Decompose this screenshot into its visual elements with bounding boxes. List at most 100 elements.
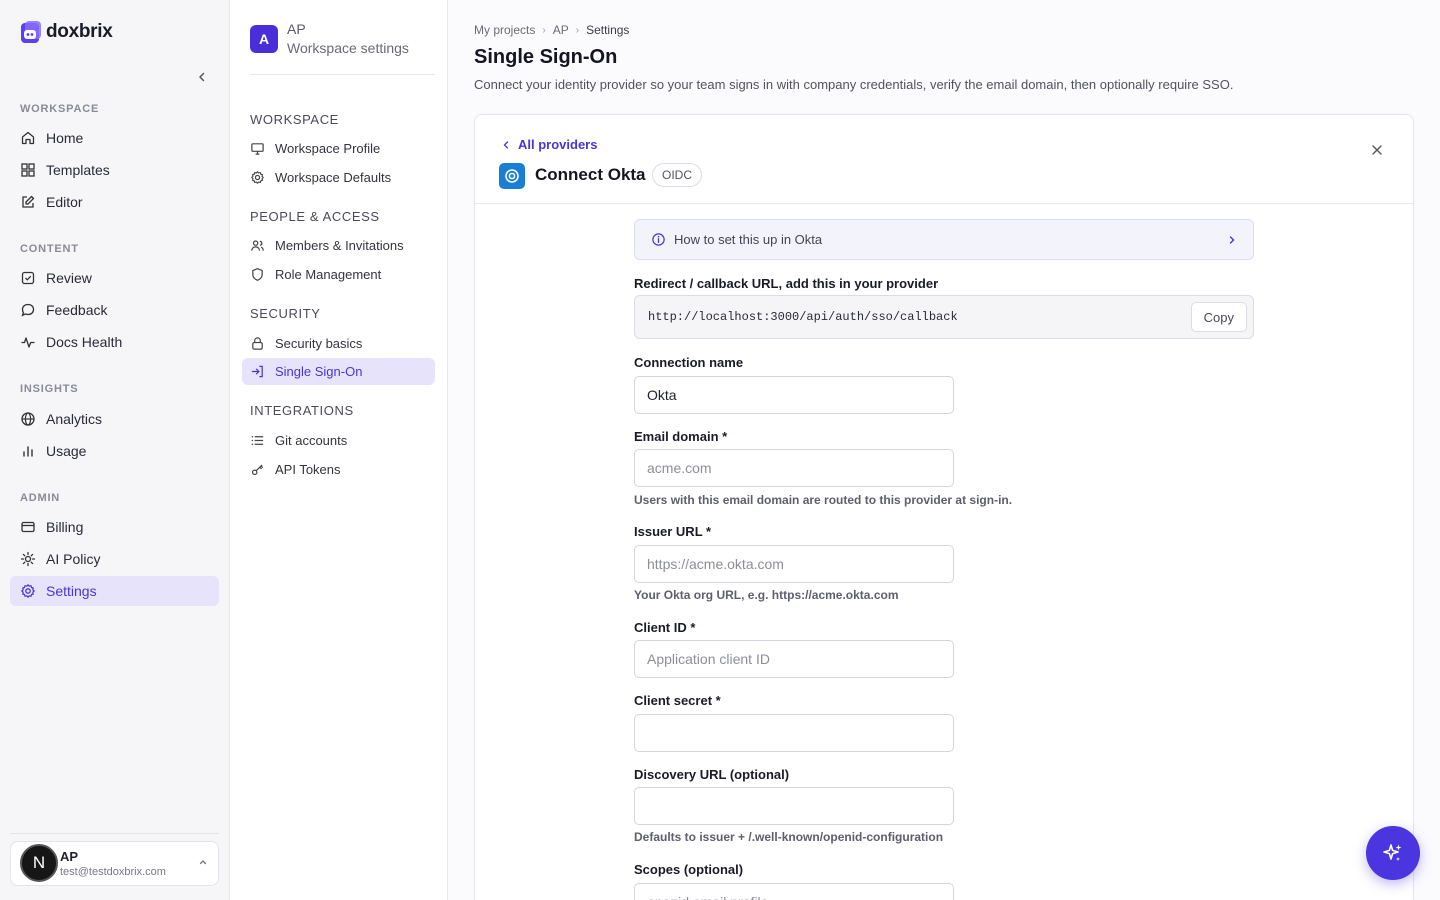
section-title-admin: ADMIN bbox=[20, 492, 61, 504]
subnav-item-label: Workspace Profile bbox=[275, 141, 381, 156]
globe-icon bbox=[20, 411, 36, 427]
doxbrix-logo-icon bbox=[20, 20, 42, 44]
sidebar-item-label: Editor bbox=[46, 194, 83, 210]
subnav-item-role-management[interactable]: Role Management bbox=[242, 261, 435, 288]
subnav-item-members-invitations[interactable]: Members & Invitations bbox=[242, 232, 435, 259]
scopes-input[interactable] bbox=[634, 883, 954, 900]
subnav-item-label: Git accounts bbox=[275, 433, 348, 448]
sidebar-item-home[interactable]: Home bbox=[10, 123, 219, 153]
sidebar: doxbrix WORKSPACE Home Templates Editor … bbox=[0, 0, 230, 900]
discovery-url-label: Discovery URL (optional) bbox=[634, 767, 790, 782]
subnav-item-git-accounts[interactable]: Git accounts bbox=[242, 427, 435, 454]
client-secret-label: Client secret * bbox=[634, 693, 721, 708]
connect-heading: Connect Okta bbox=[535, 165, 646, 184]
issuer-url-label: Issuer URL * bbox=[634, 524, 712, 539]
sidebar-item-label: Home bbox=[46, 130, 84, 146]
brand-name: doxbrix bbox=[46, 21, 113, 42]
workspace-name: AP bbox=[287, 21, 306, 37]
sidebar-item-templates[interactable]: Templates bbox=[10, 155, 219, 185]
sidebar-item-settings[interactable]: Settings bbox=[10, 576, 219, 606]
subnav-item-label: API Tokens bbox=[275, 462, 341, 477]
subnav-section-security: SECURITY bbox=[250, 306, 321, 321]
sidebar-item-label: Billing bbox=[46, 519, 84, 535]
sidebar-item-editor[interactable]: Editor bbox=[10, 187, 219, 217]
client-id-label: Client ID * bbox=[634, 620, 696, 635]
sidebar-item-billing[interactable]: Billing bbox=[10, 512, 219, 542]
okta-connection-card: All providers Connect Okta OIDC How to s… bbox=[474, 114, 1414, 900]
chevron-right-icon: › bbox=[542, 24, 546, 36]
all-providers-link[interactable]: All providers bbox=[501, 137, 597, 152]
breadcrumb-settings: Settings bbox=[586, 23, 630, 37]
issuer-url-input[interactable] bbox=[634, 545, 954, 583]
callback-url-value: http://localhost:3000/api/auth/sso/callb… bbox=[648, 310, 958, 324]
section-title-workspace: WORKSPACE bbox=[20, 103, 100, 115]
breadcrumb-ap[interactable]: AP bbox=[553, 23, 569, 37]
sidebar-item-feedback[interactable]: Feedback bbox=[10, 295, 219, 325]
page-title: Single Sign-On bbox=[474, 46, 618, 68]
okta-logo-icon bbox=[499, 163, 525, 189]
howto-setup-okta[interactable]: How to set this up in Okta bbox=[634, 219, 1254, 260]
subnav-item-workspace-profile[interactable]: Workspace Profile bbox=[242, 135, 435, 162]
client-secret-input[interactable] bbox=[634, 714, 954, 752]
avatar: N bbox=[20, 844, 58, 882]
issuer-url-hint: Your Okta org URL, e.g. https://acme.okt… bbox=[634, 588, 899, 602]
sidebar-item-ai-policy[interactable]: AI Policy bbox=[10, 544, 219, 574]
user-menu[interactable]: N AP test@testdoxbrix.com bbox=[10, 841, 219, 886]
bar-chart-icon bbox=[20, 443, 36, 459]
page-description: Connect your identity provider so your t… bbox=[474, 77, 1234, 92]
protocol-badge: OIDC bbox=[652, 163, 702, 187]
copy-button[interactable]: Copy bbox=[1190, 302, 1247, 332]
divider bbox=[10, 833, 219, 834]
subnav-item-security-basics[interactable]: Security basics bbox=[242, 330, 435, 357]
sidebar-item-analytics[interactable]: Analytics bbox=[10, 404, 219, 434]
email-domain-input[interactable] bbox=[634, 449, 954, 487]
subnav-item-label: Members & Invitations bbox=[275, 238, 404, 253]
close-button[interactable] bbox=[1367, 140, 1387, 160]
subnav-section-integrations: INTEGRATIONS bbox=[250, 403, 354, 418]
sparkle-icon bbox=[1382, 842, 1404, 864]
ai-assistant-button[interactable] bbox=[1366, 826, 1420, 880]
subnav-section-people-access: PEOPLE & ACCESS bbox=[250, 209, 380, 224]
callback-url-box: http://localhost:3000/api/auth/sso/callb… bbox=[634, 295, 1254, 339]
sidebar-item-label: Review bbox=[46, 270, 92, 286]
main-content: My projects › AP › Settings Single Sign-… bbox=[448, 0, 1440, 900]
connection-name-input[interactable] bbox=[634, 376, 954, 414]
sidebar-item-label: AI Policy bbox=[46, 551, 101, 567]
sidebar-item-usage[interactable]: Usage bbox=[10, 436, 219, 466]
subnav-item-api-tokens[interactable]: API Tokens bbox=[242, 456, 435, 483]
templates-icon bbox=[20, 162, 36, 178]
settings-nav: A AP Workspace settings WORKSPACE Worksp… bbox=[230, 0, 448, 900]
gear-icon bbox=[20, 583, 36, 599]
user-name: AP bbox=[60, 849, 79, 864]
collapse-sidebar-button[interactable] bbox=[192, 67, 212, 87]
chevron-up-icon bbox=[198, 857, 208, 867]
card-header: All providers Connect Okta OIDC bbox=[475, 115, 1413, 204]
key-icon bbox=[250, 462, 265, 477]
subnav-item-label: Security basics bbox=[275, 336, 363, 351]
callback-url-label: Redirect / callback URL, add this in you… bbox=[634, 276, 939, 291]
breadcrumb-my-projects[interactable]: My projects bbox=[474, 23, 535, 37]
sidebar-item-label: Templates bbox=[46, 162, 110, 178]
sun-icon bbox=[20, 551, 36, 567]
subnav-item-single-sign-on[interactable]: Single Sign-On bbox=[242, 358, 435, 385]
subnav-item-label: Role Management bbox=[275, 267, 382, 282]
discovery-url-input[interactable] bbox=[634, 787, 954, 825]
sidebar-item-label: Analytics bbox=[46, 411, 103, 427]
users-icon bbox=[250, 238, 265, 253]
monitor-icon bbox=[250, 141, 265, 156]
sidebar-item-docs-health[interactable]: Docs Health bbox=[10, 327, 219, 357]
chevron-right-icon: › bbox=[575, 24, 580, 36]
brand[interactable]: doxbrix bbox=[20, 20, 113, 44]
sidebar-item-label: Feedback bbox=[46, 302, 108, 318]
workspace-avatar: A bbox=[250, 25, 278, 53]
client-id-input[interactable] bbox=[634, 640, 954, 678]
review-icon bbox=[20, 270, 36, 286]
subnav-item-workspace-defaults[interactable]: Workspace Defaults bbox=[242, 164, 435, 191]
chevron-left-icon bbox=[501, 140, 511, 150]
lock-icon bbox=[250, 336, 265, 351]
feedback-icon bbox=[20, 302, 36, 318]
workspace-subtitle: Workspace settings bbox=[287, 40, 409, 56]
sidebar-item-review[interactable]: Review bbox=[10, 263, 219, 293]
pulse-icon bbox=[20, 334, 36, 350]
close-icon bbox=[1371, 144, 1383, 156]
